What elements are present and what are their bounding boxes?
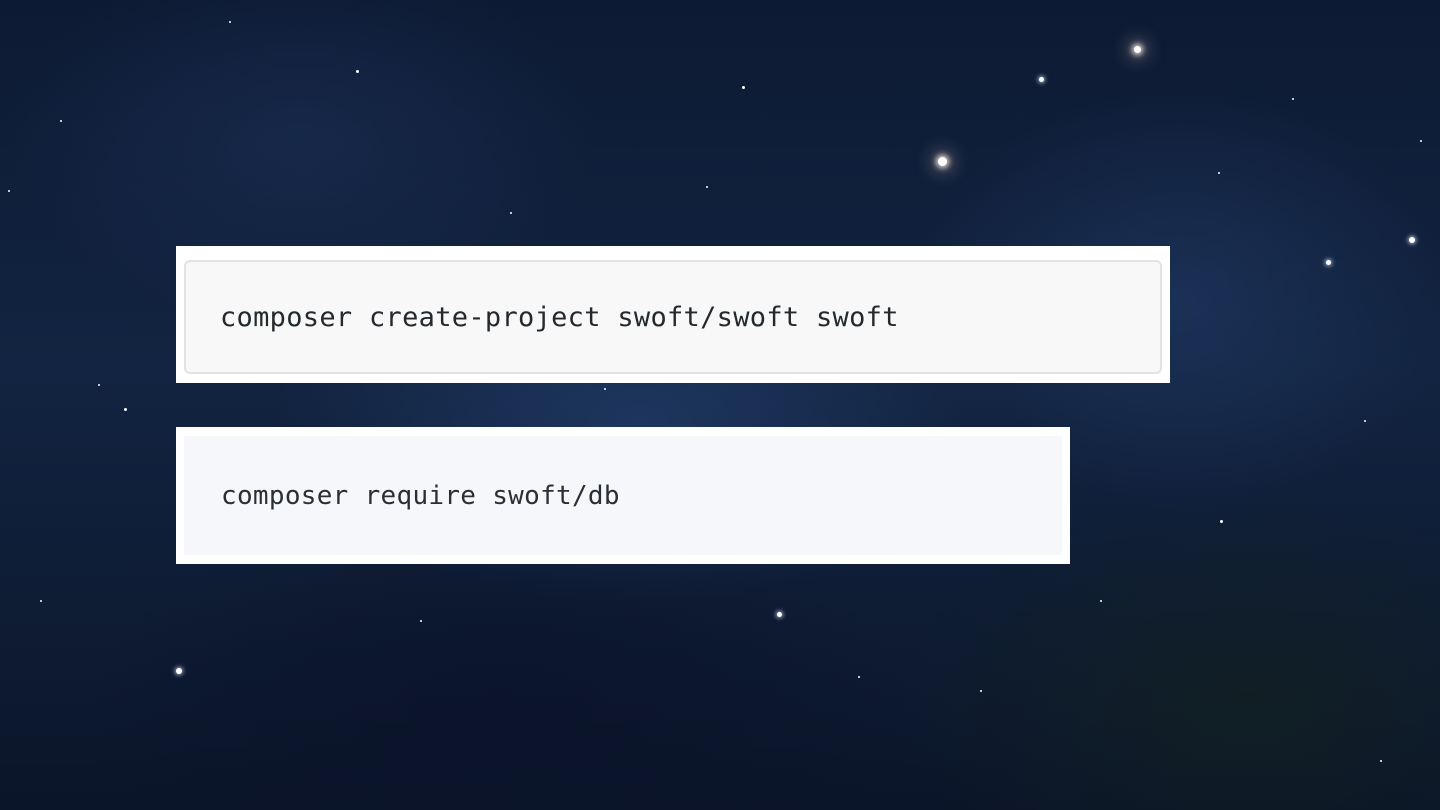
star: [40, 600, 42, 602]
code-box: composer require swoft/db: [184, 436, 1062, 555]
star: [706, 186, 708, 188]
star: [1134, 46, 1141, 53]
code-box: composer create-project swoft/swoft swof…: [184, 260, 1162, 374]
star: [1364, 420, 1366, 422]
star: [1220, 520, 1223, 523]
star: [1409, 237, 1415, 243]
code-block-create-project: composer create-project swoft/swoft swof…: [176, 246, 1170, 383]
code-text: composer require swoft/db: [221, 480, 620, 511]
star: [8, 190, 10, 192]
star: [1100, 600, 1102, 602]
code-block-require-db: composer require swoft/db: [176, 427, 1070, 564]
star: [1218, 172, 1220, 174]
star: [98, 384, 100, 386]
star: [777, 612, 782, 617]
starfield-background: [0, 0, 1440, 810]
star: [1292, 98, 1294, 100]
star: [1420, 140, 1422, 142]
star: [742, 86, 745, 89]
star: [420, 620, 422, 622]
star: [1039, 77, 1044, 82]
star: [176, 668, 182, 674]
star: [1326, 260, 1331, 265]
star: [124, 408, 127, 411]
star: [938, 157, 947, 166]
star: [356, 70, 359, 73]
star: [1380, 760, 1382, 762]
star: [980, 690, 982, 692]
star: [604, 388, 606, 390]
star: [510, 212, 512, 214]
star: [229, 21, 231, 23]
code-text: composer create-project swoft/swoft swof…: [220, 301, 899, 333]
star: [60, 120, 62, 122]
star: [858, 676, 860, 678]
